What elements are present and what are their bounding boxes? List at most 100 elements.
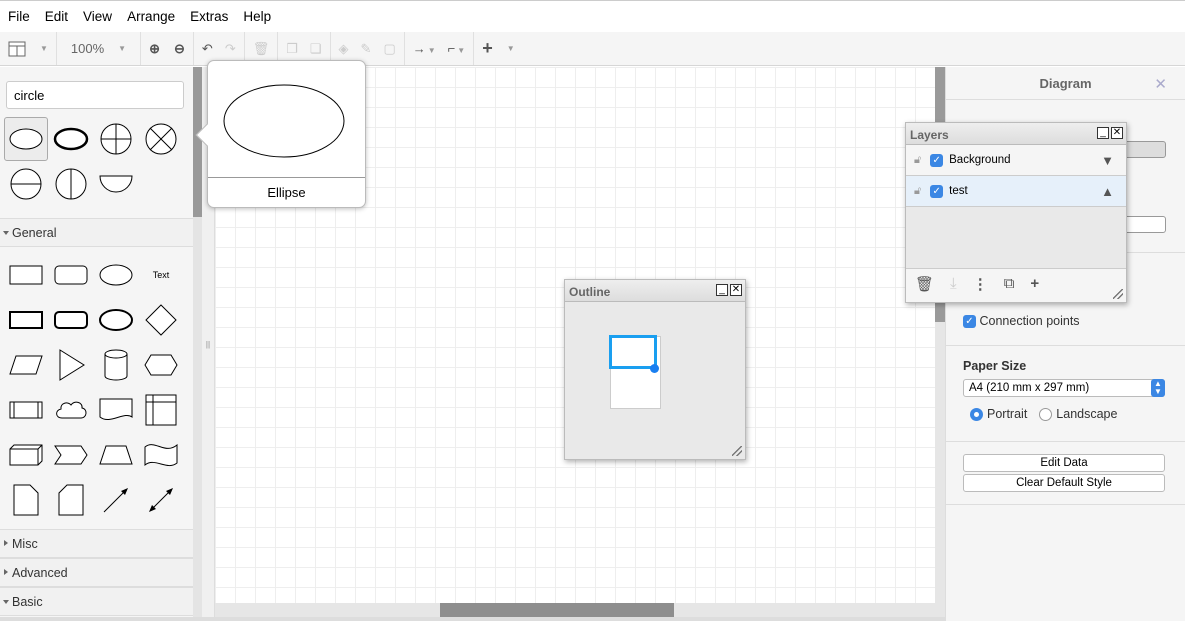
unlock-icon[interactable]: 🔓︎ (914, 154, 921, 167)
resize-grip[interactable] (1113, 289, 1123, 299)
more-options-icon[interactable]: ⋮ (973, 275, 988, 296)
outline-viewport[interactable] (609, 335, 657, 369)
layers-window: Layers _ ✕ 🔓︎ ✓ Background ▼ 🔓︎ ✓ test ▲ … (905, 122, 1127, 303)
to-back-icon[interactable]: ❏ (310, 41, 322, 57)
shape-internal-storage[interactable] (139, 388, 183, 432)
shape-tape[interactable] (139, 433, 183, 477)
shape-rectangle[interactable] (4, 253, 48, 297)
insert-plus-icon[interactable]: + (482, 38, 493, 59)
shape-bidirectional-line[interactable] (139, 478, 183, 522)
grid-color-swatch[interactable] (1121, 216, 1166, 233)
fill-color-icon[interactable]: ◈ (339, 41, 349, 57)
delete-icon[interactable]: 🗑︎ (253, 41, 270, 57)
layer-name: Background (949, 154, 1011, 166)
shape-step[interactable] (49, 433, 93, 477)
outline-resize-handle[interactable] (650, 364, 659, 373)
sidebar-scroll-thumb[interactable] (193, 67, 202, 217)
shape-cloud[interactable] (49, 388, 93, 432)
portrait-radio[interactable] (970, 407, 983, 421)
shape-card[interactable] (49, 478, 93, 522)
section-advanced[interactable]: Advanced (0, 558, 193, 587)
landscape-radio[interactable] (1039, 407, 1053, 421)
shape-rhombus[interactable] (139, 298, 183, 342)
close-button[interactable]: ✕ (730, 284, 742, 296)
shape-or[interactable] (94, 117, 138, 161)
portrait-label: Portrait (987, 407, 1028, 421)
section-general[interactable]: General (0, 218, 193, 247)
sidebar-scrollbar[interactable] (193, 67, 202, 621)
shape-rectangle-bold[interactable] (4, 298, 48, 342)
close-button[interactable]: ✕ (1111, 127, 1123, 139)
delete-layer-icon[interactable]: 🗑︎ (915, 275, 934, 296)
shape-half-circle[interactable] (94, 162, 138, 206)
minimize-button[interactable]: _ (716, 284, 728, 296)
duplicate-layer-icon[interactable]: ⧉ (1004, 275, 1015, 296)
undo-icon[interactable]: ↶ (202, 41, 213, 57)
connection-points-option[interactable]: ✓ Connection points (963, 314, 1080, 329)
paper-size-select[interactable]: A4 (210 mm x 297 mm) ▲ ▼ (963, 379, 1165, 397)
zoom-dropdown[interactable]: 100% ▼ (57, 32, 142, 65)
shapes-sidebar: General Text Misc Advanced Basic (0, 67, 193, 621)
shape-rounded-bold[interactable] (49, 298, 93, 342)
shape-ellipse-general[interactable] (94, 253, 138, 297)
shape-document[interactable] (94, 388, 138, 432)
shape-triangle[interactable] (49, 343, 93, 387)
shape-rounded-rectangle[interactable] (49, 253, 93, 297)
format-panel-toggle[interactable]: ▼ (0, 32, 57, 65)
layer-visibility-checkbox[interactable]: ✓ (930, 153, 944, 167)
shape-circle-vertical[interactable] (49, 162, 93, 206)
shape-search-input[interactable] (6, 81, 184, 109)
shape-circle-horizontal[interactable] (4, 162, 48, 206)
menu-view[interactable]: View (83, 9, 112, 24)
shape-note[interactable] (4, 478, 48, 522)
shape-ellipse-bold[interactable] (94, 298, 138, 342)
layer-row-background[interactable]: 🔓︎ ✓ Background ▼ (906, 145, 1126, 176)
menu-extras[interactable]: Extras (190, 9, 228, 24)
shape-sum[interactable] (139, 117, 183, 161)
section-misc[interactable]: Misc (0, 529, 193, 558)
connection-arrow-icon[interactable]: → ▼ (413, 41, 436, 56)
shape-trapezoid[interactable] (94, 433, 138, 477)
menu-edit[interactable]: Edit (45, 9, 68, 24)
background-color-swatch[interactable] (1121, 141, 1166, 158)
redo-icon[interactable]: ↷ (225, 41, 236, 57)
layers-title: Layers (910, 128, 949, 142)
move-selection-icon[interactable]: ⤓ (950, 275, 957, 296)
edit-data-button[interactable]: Edit Data (963, 454, 1165, 472)
line-color-icon[interactable]: ✎ (361, 41, 372, 57)
layer-row-test[interactable]: 🔓︎ ✓ test ▲ (906, 176, 1126, 207)
shape-parallelogram[interactable] (4, 343, 48, 387)
to-front-icon[interactable]: ❐ (286, 41, 298, 57)
shape-ellipse[interactable] (4, 117, 48, 161)
shape-line[interactable] (94, 478, 138, 522)
unlock-icon[interactable]: 🔓︎ (914, 185, 921, 198)
shape-cylinder[interactable] (94, 343, 138, 387)
toolbar: ▼ 100% ▼ ⊕ ⊖ ↶ ↷ 🗑︎ ❐ ❏ ◈ ✎ ▢ → ▼ ⌐ ▼ + ▼ (0, 32, 1185, 66)
panel-layout-icon (8, 41, 26, 56)
shadow-icon[interactable]: ▢ (383, 41, 395, 57)
menu-help[interactable]: Help (243, 9, 271, 24)
shape-ellipse-double[interactable] (49, 117, 93, 161)
canvas-horizontal-scrollbar[interactable] (215, 603, 945, 617)
checkbox-checked[interactable]: ✓ (963, 315, 976, 329)
resize-grip[interactable] (732, 446, 742, 456)
waypoints-icon[interactable]: ⌐ ▼ (448, 41, 466, 56)
close-icon[interactable]: ✕ (1154, 75, 1167, 93)
menu-arrange[interactable]: Arrange (127, 9, 175, 24)
horizontal-scroll-thumb[interactable] (440, 603, 674, 617)
shape-cube[interactable] (4, 433, 48, 477)
shape-process[interactable] (4, 388, 48, 432)
minimize-button[interactable]: _ (1097, 127, 1109, 139)
move-up-icon[interactable]: ▲ (1101, 184, 1114, 199)
zoom-out-icon[interactable]: ⊖ (174, 41, 185, 57)
clear-default-style-button[interactable]: Clear Default Style (963, 474, 1165, 492)
add-layer-icon[interactable]: + (1030, 275, 1039, 296)
move-down-icon[interactable]: ▼ (1101, 153, 1114, 168)
menu-file[interactable]: File (8, 9, 30, 24)
layer-visibility-checkbox[interactable]: ✓ (930, 184, 944, 198)
outline-title: Outline (569, 285, 611, 299)
zoom-in-icon[interactable]: ⊕ (149, 41, 160, 57)
shape-hexagon[interactable] (139, 343, 183, 387)
shape-text[interactable]: Text (139, 253, 183, 297)
section-basic[interactable]: Basic (0, 587, 193, 616)
